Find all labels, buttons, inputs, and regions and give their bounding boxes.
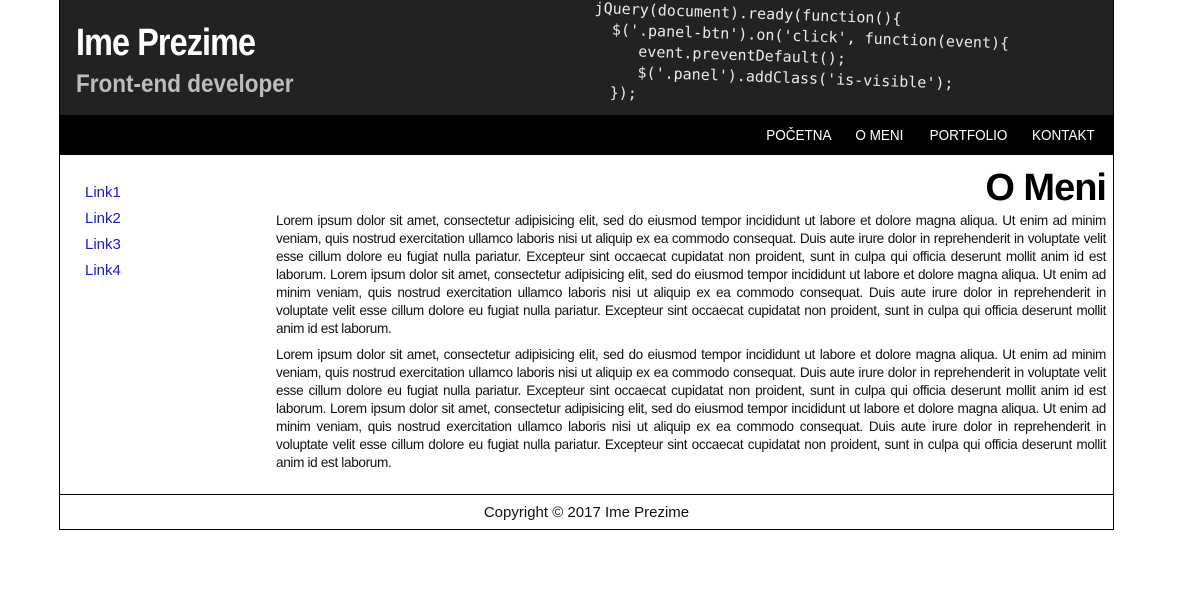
nav-item-kontakt[interactable]: KONTAKT (1032, 127, 1095, 144)
paragraph: Lorem ipsum dolor sit amet, consectetur … (276, 347, 1106, 470)
sidebar-link-2[interactable]: Link2 (85, 206, 121, 232)
main-content: O Meni Lorem ipsum dolor sit amet, conse… (276, 167, 1107, 480)
nav-item-o-meni[interactable]: O MENI (855, 127, 903, 144)
page-title: O Meni (985, 167, 1107, 209)
content-area: Link1 Link2 Link3 Link4 O Meni Lorem ips… (60, 155, 1113, 494)
main-nav: POČETNA O MENI PORTFOLIO KONTAKT (60, 115, 1113, 155)
sidebar: Link1 Link2 Link3 Link4 (85, 180, 121, 284)
nav-item-pocetna[interactable]: POČETNA (766, 127, 831, 144)
nav-item-portfolio[interactable]: PORTFOLIO (930, 127, 1008, 144)
code-background-image: jQuery(document).ready(function(){ $('.p… (591, 0, 1113, 115)
copyright-text: Copyright © 2017 Ime Prezime (483, 503, 690, 521)
sidebar-link-4[interactable]: Link4 (85, 258, 121, 284)
site-owner-role: Front-end developer (76, 70, 294, 98)
sidebar-link-1[interactable]: Link1 (85, 180, 121, 206)
header-banner: jQuery(document).ready(function(){ $('.p… (60, 0, 1113, 115)
sidebar-link-3[interactable]: Link3 (85, 232, 121, 258)
paragraph: Lorem ipsum dolor sit amet, consectetur … (276, 213, 1106, 336)
page-container: jQuery(document).ready(function(){ $('.p… (59, 0, 1114, 530)
footer: Copyright © 2017 Ime Prezime (60, 494, 1113, 530)
site-owner-name: Ime Prezime (76, 22, 256, 64)
